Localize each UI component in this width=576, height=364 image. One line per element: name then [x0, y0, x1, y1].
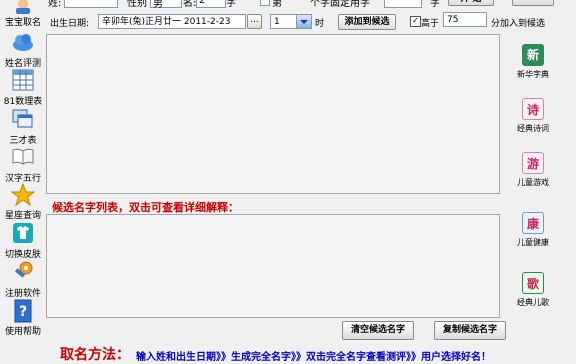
score-checkbox-label: 高于: [421, 19, 440, 29]
right-item-kids-songs[interactable]: 歌 经典儿歌: [508, 272, 558, 308]
baby-icon: [11, 0, 35, 14]
generated-names-list[interactable]: [46, 34, 500, 194]
sidebar-item-sancai-table[interactable]: 三才表: [0, 108, 46, 146]
surname-input[interactable]: [64, 0, 118, 8]
fixed-char-label: 个字固定用字: [310, 0, 370, 8]
key-icon: [11, 261, 35, 285]
sidebar-item-81-table[interactable]: 81数理表: [0, 69, 46, 107]
start-button[interactable]: 开 始: [448, 0, 494, 6]
sidebar-item-constellation[interactable]: 星座查询: [0, 182, 46, 221]
help-icon: ?: [11, 299, 35, 323]
sidebar-item-help[interactable]: ? 使用帮助: [0, 299, 46, 337]
surname-label: 姓:: [48, 0, 62, 8]
right-item-kids-games[interactable]: 游 儿童游戏: [508, 152, 558, 188]
table-icon: [11, 69, 35, 93]
left-sidebar: 宝宝取名 姓名评测 81数理表 三才表 汉字五行 星座查询 切换皮肤 注册软件 …: [0, 0, 46, 356]
cloud-icon: [11, 31, 35, 55]
windows-icon: [11, 108, 35, 132]
book-icon: [11, 146, 35, 170]
score-checkbox[interactable]: ✓: [410, 16, 421, 27]
candidate-list-title: 候选名字列表，双击可查看详细解释：: [52, 201, 239, 214]
position-label: 第: [272, 0, 282, 8]
hour-select[interactable]: 1: [270, 14, 312, 29]
sidebar-item-five-elements[interactable]: 汉字五行: [0, 146, 46, 184]
hour-unit-label: 时: [315, 19, 325, 29]
game-icon: 游: [522, 152, 544, 174]
sidebar-item-register[interactable]: 注册软件: [0, 261, 46, 299]
name-label: 名:: [183, 0, 197, 8]
birth-date-input[interactable]: 辛卯年(兔)正月廿一 2011-2-23: [98, 14, 246, 29]
svg-text:?: ?: [19, 304, 27, 320]
poem-icon: 诗: [522, 98, 544, 120]
date-picker-button[interactable]: ...: [247, 14, 262, 29]
copy-candidates-button[interactable]: 复制候选名字: [434, 321, 506, 340]
clear-candidates-button[interactable]: 清空候选名字: [342, 321, 414, 340]
chevron-down-icon[interactable]: [296, 15, 311, 28]
top-input-row: 姓: 性别 男 名: 2 字 第 个字固定用字 字 开 始: [46, 0, 576, 8]
birth-date-label: 出生日期:: [50, 19, 90, 29]
song-icon: 歌: [522, 272, 544, 294]
add-to-candidates-button[interactable]: 添加到候选: [338, 14, 396, 30]
sidebar-item-name-test[interactable]: 姓名评测: [0, 31, 46, 69]
dictionary-icon: 新: [522, 44, 544, 66]
char-label: 字: [226, 0, 236, 8]
sidebar-item-switch-skin[interactable]: 切换皮肤: [0, 222, 46, 260]
tshirt-icon: [11, 222, 35, 246]
right-item-kids-health[interactable]: 康 儿童健康: [508, 212, 558, 248]
gender-label: 性别: [127, 0, 147, 8]
fixed-char-input[interactable]: [384, 0, 422, 8]
gender-select[interactable]: 男: [150, 0, 182, 8]
name-length-select[interactable]: 2: [196, 0, 226, 8]
extra-button[interactable]: [512, 0, 554, 6]
candidate-names-list[interactable]: [46, 214, 500, 318]
score-input[interactable]: 75: [443, 12, 487, 27]
fixed-char-checkbox[interactable]: [260, 0, 270, 6]
sidebar-item-baby-naming[interactable]: 宝宝取名: [0, 0, 46, 28]
right-item-dictionary[interactable]: 新 新华字典: [508, 44, 558, 80]
score-suffix-label: 分加入到候选: [491, 19, 546, 29]
star-icon: [10, 182, 36, 207]
health-icon: 康: [522, 212, 544, 234]
char-label-2: 字: [430, 0, 440, 8]
footer-title: 取名方法：: [60, 347, 130, 363]
right-item-poems[interactable]: 诗 经典诗词: [508, 98, 558, 134]
